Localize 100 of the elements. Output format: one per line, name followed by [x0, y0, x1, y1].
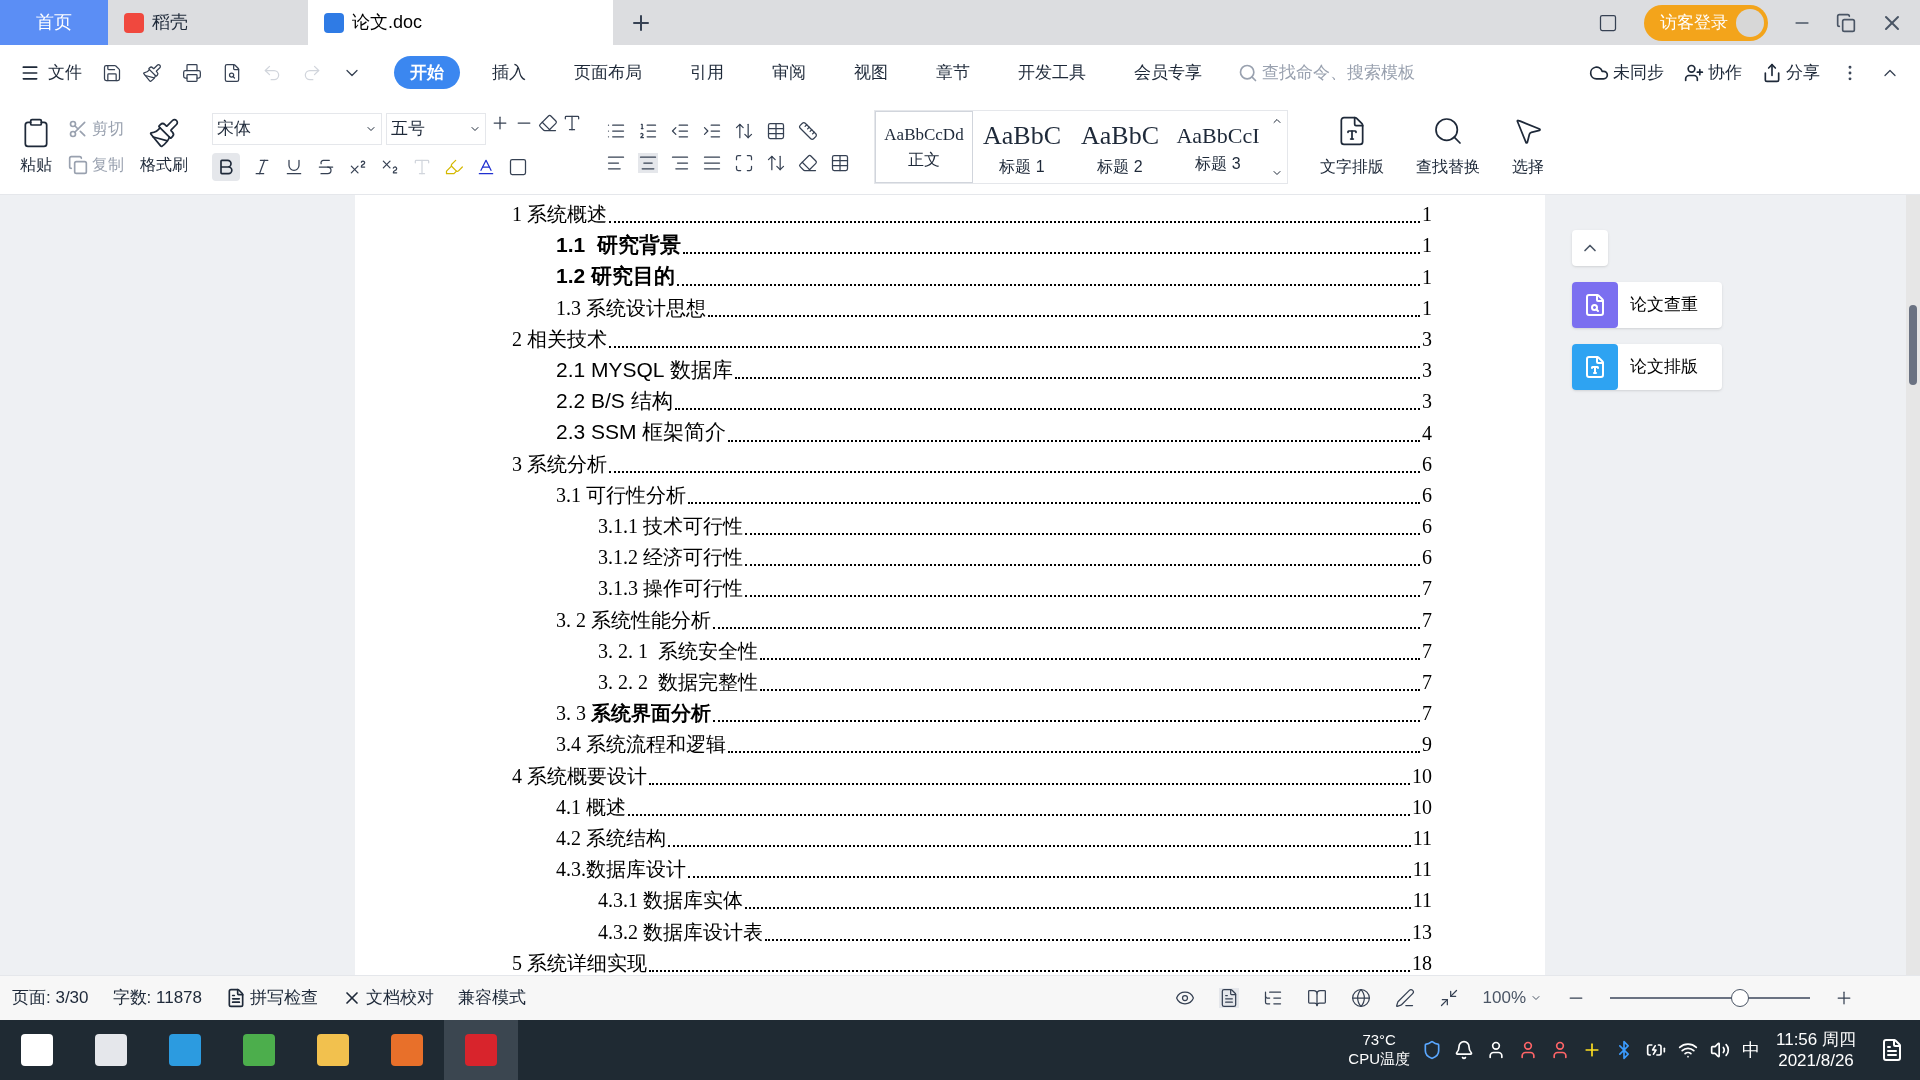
- style-preset[interactable]: AaBbC 标题 2: [1071, 111, 1169, 183]
- shield-icon[interactable]: [1422, 1040, 1442, 1060]
- pen-icon[interactable]: [1394, 988, 1415, 1008]
- reading-view-icon[interactable]: [1306, 988, 1327, 1008]
- ribbon-tab[interactable]: 开始: [394, 55, 460, 90]
- toc-entry[interactable]: 3.1.3 操作可行性: [598, 573, 743, 604]
- find-replace-button[interactable]: 查找替换: [1416, 115, 1480, 179]
- toc-entry[interactable]: 4.2 系统结构: [556, 822, 666, 853]
- toc-entry[interactable]: 4.1 概述: [556, 791, 626, 822]
- file-menu[interactable]: 文件: [20, 59, 82, 86]
- zoom-slider[interactable]: [1610, 989, 1810, 1007]
- avatar-icon: [1736, 8, 1764, 37]
- text-layout-button[interactable]: 文字排版: [1320, 115, 1384, 179]
- toc-entry[interactable]: 3.1.1 技术可行性: [598, 511, 743, 542]
- toolbar-action[interactable]: 协作: [1684, 59, 1742, 86]
- strikethrough-icon[interactable]: [316, 157, 336, 177]
- page-number: 3: [1422, 326, 1432, 352]
- toc-entry[interactable]: 4 系统概要设计: [512, 760, 647, 791]
- sort-icon[interactable]: [734, 121, 754, 141]
- ribbon-tab[interactable]: 审阅: [756, 55, 822, 90]
- toc-entry[interactable]: 3 系统分析: [512, 448, 607, 479]
- page-view-icon[interactable]: [1218, 988, 1239, 1008]
- restore-icon[interactable]: [1836, 12, 1856, 33]
- toc-entry[interactable]: 3.1.2 经济可行性: [598, 542, 743, 573]
- page-number: 10: [1412, 763, 1432, 789]
- ribbon-tab[interactable]: 会员专享: [1118, 55, 1218, 90]
- toc-entry[interactable]: 4.3.数据库设计: [556, 854, 686, 885]
- toc-entry[interactable]: 3.4 系统流程和逻辑: [556, 729, 726, 760]
- character-border-icon[interactable]: [508, 157, 528, 177]
- toc-entry[interactable]: 1.2 研究目的: [556, 260, 676, 292]
- toc-entry[interactable]: 5 系统详细实现: [512, 947, 647, 975]
- ribbon-tab[interactable]: 开发工具: [1002, 55, 1102, 90]
- underline-icon[interactable]: [284, 157, 304, 177]
- align-center-icon[interactable]: [638, 153, 658, 173]
- font-select[interactable]: 宋体: [212, 113, 382, 145]
- fit-page-icon[interactable]: [1438, 988, 1459, 1008]
- print-preview-icon[interactable]: [222, 62, 242, 83]
- toolbar-action[interactable]: 分享: [1762, 59, 1820, 86]
- toc-entry[interactable]: 2.3 SSM 框架简介: [556, 416, 727, 448]
- format-painter-button[interactable]: 格式刷: [140, 117, 188, 177]
- zoom-select[interactable]: 100%: [1482, 985, 1542, 1011]
- eraser-icon[interactable]: [538, 113, 558, 133]
- side-feature-button[interactable]: 论文查重: [1572, 282, 1722, 328]
- scissors-icon: [68, 119, 88, 139]
- print-icon[interactable]: [182, 62, 202, 83]
- toc-entry[interactable]: 3. 3 系统界面分析: [556, 698, 711, 729]
- document-tab[interactable]: 论文.doc: [308, 0, 613, 45]
- brush-icon[interactable]: [142, 62, 162, 83]
- toc-entry[interactable]: 3. 2. 2 数据完整性: [598, 667, 758, 697]
- person-icon[interactable]: [1486, 1040, 1506, 1060]
- page-number: 4: [1422, 420, 1432, 446]
- page-count: 页面: 3/30: [12, 987, 89, 1010]
- page-number: 18: [1412, 950, 1432, 975]
- toc-entry[interactable]: 1.3 系统设计思想: [556, 292, 706, 323]
- table-icon[interactable]: [766, 121, 786, 141]
- toc-entry[interactable]: 3.1 可行性分析: [556, 479, 686, 510]
- paste-button[interactable]: 粘贴: [20, 117, 52, 177]
- zoom-thumb[interactable]: [1731, 989, 1749, 1007]
- toc-entry[interactable]: 1.1 研究背景: [556, 228, 681, 261]
- ribbon-tab[interactable]: 插入: [476, 55, 542, 90]
- proofread-button[interactable]: 文档校对: [342, 985, 434, 1011]
- select-button[interactable]: 选择: [1512, 115, 1544, 179]
- style-preset[interactable]: AaBbCcI 标题 3: [1169, 111, 1267, 183]
- ruler-icon[interactable]: [798, 121, 818, 141]
- font-color-icon[interactable]: [476, 157, 496, 177]
- volume-icon[interactable]: [1710, 1040, 1730, 1060]
- toc-entry[interactable]: 3. 2 系统性能分析: [556, 604, 711, 635]
- page-number: 1: [1422, 202, 1432, 228]
- spell-check-button[interactable]: 拼写检查: [226, 985, 318, 1011]
- numbered-list-icon[interactable]: [638, 121, 658, 141]
- bold-button[interactable]: [212, 153, 240, 181]
- font-size-select[interactable]: 五号: [386, 113, 486, 145]
- wifi-icon[interactable]: [1678, 1040, 1698, 1060]
- web-view-icon[interactable]: [1350, 988, 1371, 1008]
- side-feature-button[interactable]: 论文排版: [1572, 344, 1722, 390]
- toolbar-action[interactable]: 未同步: [1589, 59, 1664, 86]
- toc-entry[interactable]: 2.1 MYSQL 数据库: [556, 353, 733, 386]
- toc-entry[interactable]: 3. 2. 1 系统安全性: [598, 635, 758, 666]
- ribbon-tab[interactable]: 视图: [838, 55, 904, 90]
- ribbon-tab[interactable]: 章节: [920, 55, 986, 90]
- copy-icon: [68, 155, 88, 175]
- toc-entry[interactable]: 4.3.1 数据库实体: [598, 885, 743, 916]
- search-icon: [1238, 62, 1258, 83]
- ribbon-tab[interactable]: 页面布局: [558, 55, 658, 90]
- toc-entry[interactable]: 2.2 B/S 结构: [556, 384, 673, 417]
- toc-entry[interactable]: 1 系统概述: [512, 199, 607, 230]
- page-number: 9: [1422, 732, 1432, 758]
- input-method-indicator[interactable]: 中: [1742, 1036, 1760, 1064]
- page-number: 6: [1422, 451, 1432, 477]
- page-number: 7: [1422, 576, 1432, 602]
- bell-icon[interactable]: [1454, 1040, 1474, 1060]
- style-preset[interactable]: AaBbCcDd 正文: [875, 111, 973, 183]
- line-spacing-icon[interactable]: [766, 153, 786, 173]
- page-number: 13: [1412, 919, 1432, 945]
- save-icon[interactable]: [102, 62, 122, 83]
- toc-entry[interactable]: 2 相关技术: [512, 323, 607, 354]
- toc-entry[interactable]: 4.3.2 数据库设计表: [598, 916, 763, 947]
- ribbon-tab[interactable]: 引用: [674, 55, 740, 90]
- scrollbar[interactable]: [1906, 195, 1920, 975]
- style-preset[interactable]: AaBbC 标题 1: [973, 111, 1071, 183]
